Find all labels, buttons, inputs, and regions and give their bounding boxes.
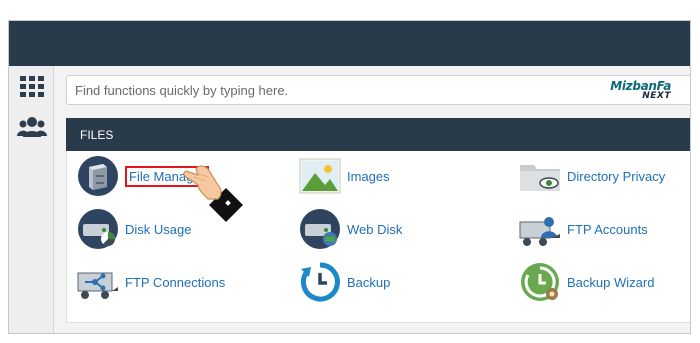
images-icon bbox=[299, 158, 341, 194]
ftp-accounts-item[interactable]: FTP Accounts bbox=[519, 208, 648, 250]
web-disk-item[interactable]: Web Disk bbox=[299, 208, 402, 250]
directory-privacy-label: Directory Privacy bbox=[567, 168, 666, 184]
brand-logo: MizbanFa NEXT bbox=[599, 79, 671, 103]
images-label: Images bbox=[347, 168, 390, 184]
images-item[interactable]: Images bbox=[299, 155, 390, 197]
backup-wizard-item[interactable]: Backup Wizard bbox=[519, 261, 654, 303]
files-section-header[interactable]: FILES bbox=[66, 118, 690, 151]
disk-usage-icon bbox=[78, 209, 118, 249]
backup-label: Backup bbox=[347, 274, 391, 290]
folder-eye-icon bbox=[520, 165, 560, 191]
pointing-hand-icon bbox=[183, 165, 243, 222]
search-bar: MizbanFa NEXT bbox=[66, 75, 690, 105]
web-disk-label: Web Disk bbox=[347, 221, 403, 237]
users-icon[interactable] bbox=[17, 116, 47, 138]
search-input[interactable] bbox=[75, 76, 495, 104]
grid-icon[interactable] bbox=[19, 76, 45, 98]
backup-wizard-label: Backup Wizard bbox=[567, 274, 655, 290]
backup-icon bbox=[300, 262, 340, 302]
ftp-accounts-icon bbox=[519, 217, 560, 246]
ftp-connections-item[interactable]: FTP Connections bbox=[77, 261, 225, 303]
top-bar bbox=[9, 21, 690, 66]
cpanel-window: MizbanFa NEXT FILES File Manager bbox=[8, 20, 691, 334]
directory-privacy-item[interactable]: Directory Privacy bbox=[519, 155, 665, 197]
section-title: FILES bbox=[80, 128, 114, 142]
ftp-connections-label: FTP Connections bbox=[125, 274, 226, 290]
main-content: MizbanFa NEXT FILES File Manager bbox=[54, 66, 690, 333]
backup-item[interactable]: Backup bbox=[299, 261, 390, 303]
web-disk-icon bbox=[300, 209, 340, 249]
ftp-connections-icon bbox=[77, 272, 118, 299]
files-section-body: File Manager Images Directory Privacy Di… bbox=[66, 151, 690, 323]
sidebar bbox=[9, 66, 54, 333]
file-manager-icon bbox=[78, 156, 118, 196]
ftp-accounts-label: FTP Accounts bbox=[567, 221, 648, 237]
backup-wizard-icon bbox=[521, 263, 559, 301]
logo-subtext: NEXT bbox=[642, 91, 671, 101]
